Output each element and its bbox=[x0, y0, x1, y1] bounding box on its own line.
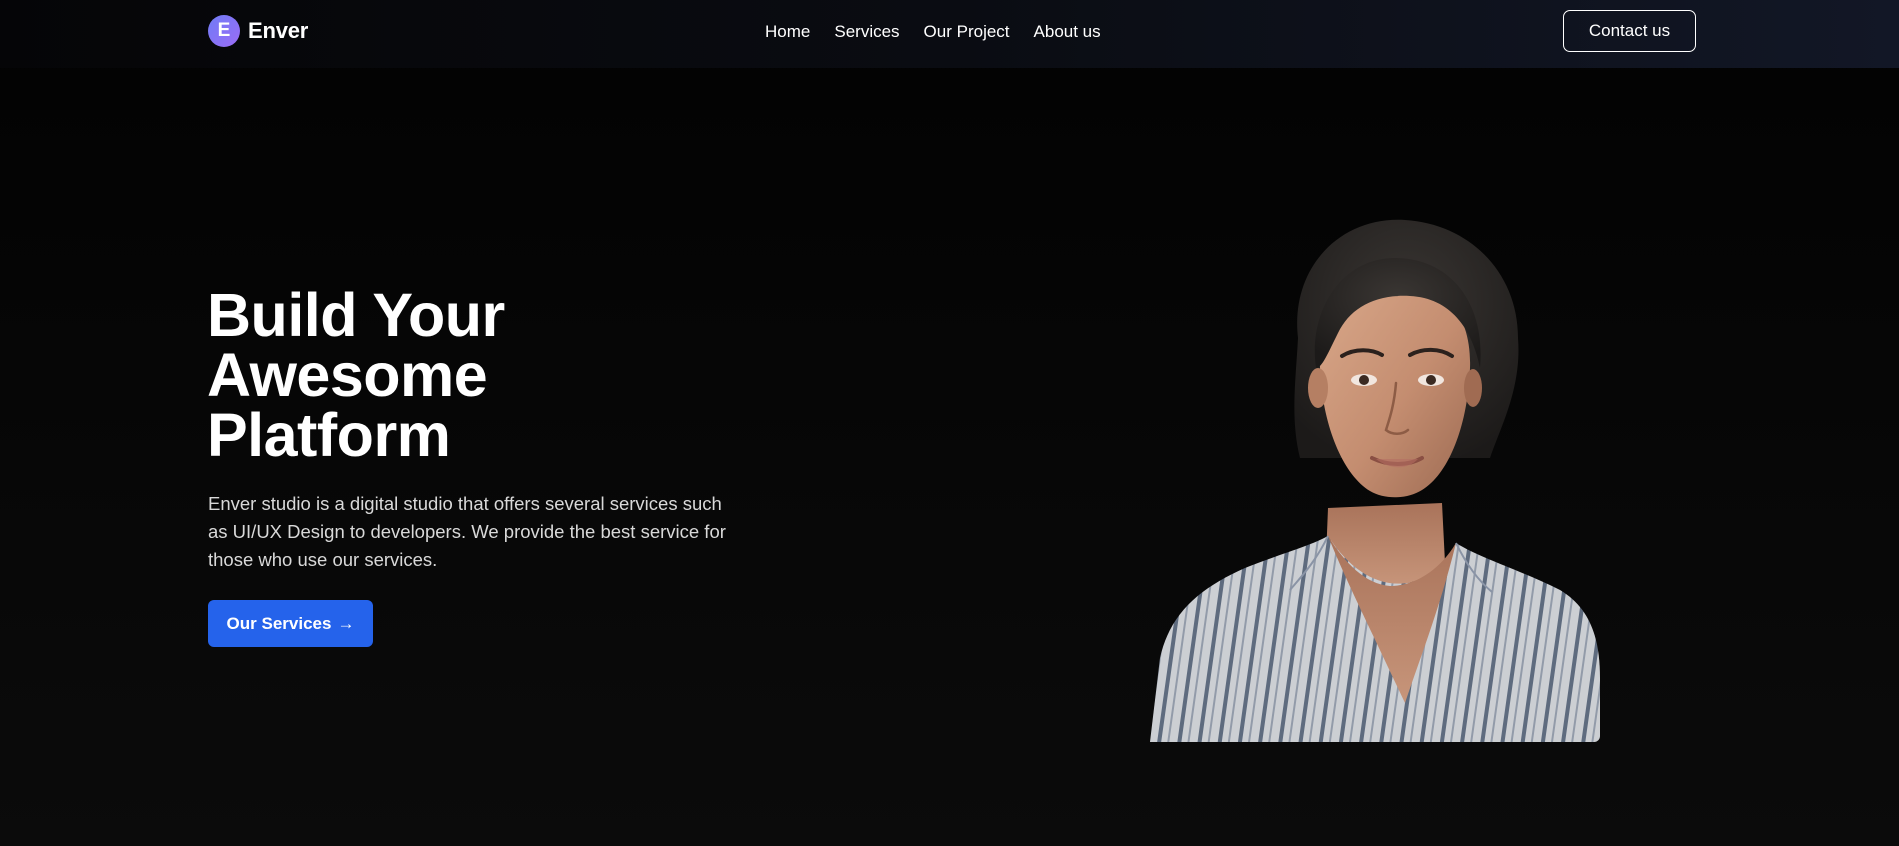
main-nav: Home Services Our Project About us bbox=[765, 20, 1101, 44]
top-navbar: E Enver Home Services Our Project About … bbox=[0, 0, 1899, 68]
arrow-right-icon: → bbox=[337, 613, 355, 633]
our-services-button[interactable]: Our Services → bbox=[208, 600, 373, 647]
hero-title: Build Your Awesome Platform bbox=[207, 281, 627, 469]
hero-title-line-1: Build Your bbox=[207, 281, 505, 349]
hero-title-line-2: Awesome bbox=[207, 341, 488, 409]
nav-link-about-us[interactable]: About us bbox=[1034, 22, 1101, 42]
nav-link-services[interactable]: Services bbox=[834, 22, 899, 42]
hero-description: Enver studio is a digital studio that of… bbox=[208, 493, 726, 570]
nav-link-our-project[interactable]: Our Project bbox=[924, 22, 1010, 42]
our-services-label: Our Services bbox=[226, 613, 332, 633]
contact-us-button[interactable]: Contact us bbox=[1563, 10, 1696, 52]
brand-name: Enver bbox=[248, 18, 309, 43]
landing-page: E Enver Home Services Our Project About … bbox=[0, 0, 1899, 846]
brand[interactable]: E Enver bbox=[208, 15, 308, 47]
brand-logo-icon: E bbox=[208, 15, 240, 47]
hero-portrait-image bbox=[1150, 218, 1600, 742]
nav-link-home[interactable]: Home bbox=[765, 22, 810, 42]
hero-title-line-3: Platform bbox=[207, 401, 451, 469]
